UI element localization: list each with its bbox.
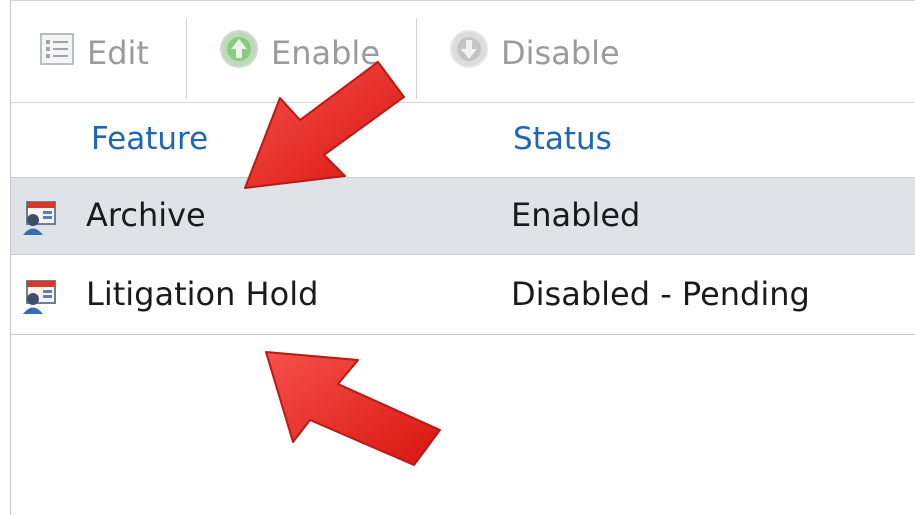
red-arrow-icon <box>244 61 405 189</box>
red-arrow-icon <box>265 351 441 466</box>
annotation-overlay <box>244 61 441 466</box>
